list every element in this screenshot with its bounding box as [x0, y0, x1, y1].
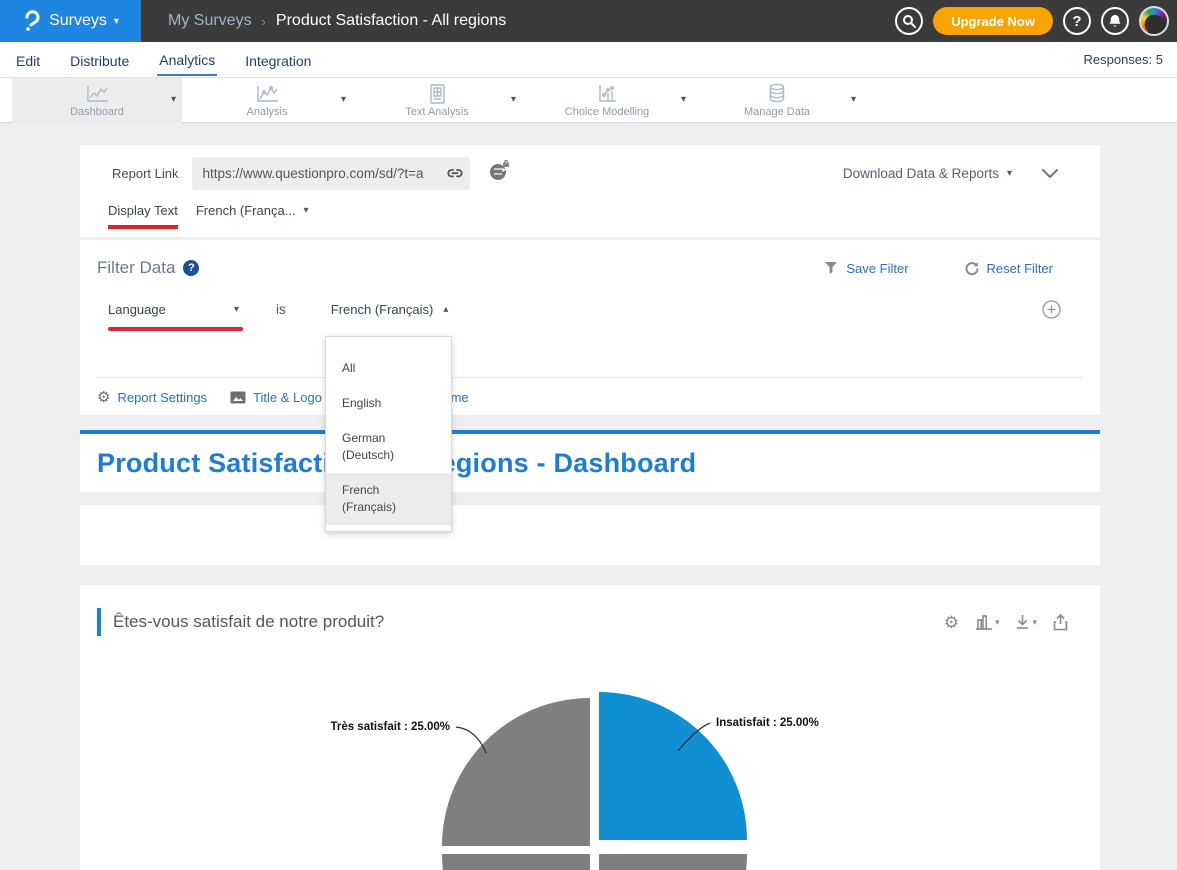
dropdown-option-german[interactable]: German (Deutsch) [326, 421, 451, 473]
image-icon [230, 391, 246, 404]
pie-slice-insatisfait[interactable] [599, 692, 747, 840]
analytics-toolbar: Dashboard ▾ Analysis ▾ Text Analysis ▾ [0, 78, 1177, 123]
bell-icon [1108, 14, 1122, 29]
pie-label-insatisfait: Insatisfait : 25.00% [716, 717, 819, 729]
pie-chart: Très satisfait : 25.00% Insatisfait : 25… [80, 685, 1100, 870]
display-text-tab[interactable]: Display Text [108, 201, 178, 229]
chevron-down-icon[interactable]: ▾ [511, 94, 516, 105]
analysis-chart-icon [254, 84, 280, 104]
toolbar-analysis[interactable]: Analysis ▾ [182, 78, 352, 123]
chevron-down-icon: ▾ [995, 617, 1000, 628]
breadcrumb-current-survey: Product Satisfaction - All regions [276, 12, 506, 30]
filter-operator: is [276, 300, 286, 317]
filter-field-select[interactable]: Language ▾ [108, 300, 243, 331]
add-filter-button[interactable] [1042, 300, 1061, 324]
toolbar-manage-data[interactable]: Manage Data ▾ [692, 78, 862, 123]
dropdown-option-french[interactable]: French (Français) [326, 473, 451, 525]
top-navbar: Surveys ▾ My Surveys › Product Satisfact… [0, 0, 1177, 42]
breadcrumb-separator-icon: › [262, 14, 266, 29]
breadcrumb-my-surveys[interactable]: My Surveys [168, 12, 252, 30]
filter-data-title: Filter Data [97, 258, 175, 278]
title-logo-link[interactable]: Title & Logo [230, 390, 322, 405]
line-chart-icon [84, 84, 110, 104]
chevron-down-icon: ▾ [1032, 617, 1037, 628]
search-icon [902, 14, 916, 28]
dropdown-option-english[interactable]: English [326, 386, 451, 421]
notifications-button[interactable] [1101, 7, 1129, 35]
document-grid-icon [427, 84, 447, 104]
dashboard-heading-card: Product Satisfaction - All regions - Das… [80, 430, 1100, 492]
question-title: Êtes-vous satisfait de notre produit? [113, 612, 384, 632]
question-chart-card: Êtes-vous satisfait de notre produit? ⚙ … [80, 585, 1100, 870]
scatter-chart-icon [596, 84, 618, 104]
product-menu-label: Surveys [49, 12, 107, 30]
download-icon [1015, 614, 1030, 630]
toolbar-dashboard[interactable]: Dashboard ▾ [12, 78, 182, 123]
responses-count: Responses: 5 [1084, 52, 1164, 67]
report-settings-link[interactable]: ⚙ Report Settings [97, 390, 207, 405]
divider [97, 377, 1083, 378]
pie-slice-tres-satisfait[interactable] [442, 698, 590, 846]
pie-label-tres-satisfait: Très satisfait : 25.00% [330, 721, 450, 733]
report-url-box [192, 157, 470, 190]
gear-icon: ⚙ [97, 390, 110, 405]
questionpro-logo-icon [22, 10, 42, 32]
search-button[interactable] [895, 7, 923, 35]
spacer-card [80, 505, 1100, 565]
download-chart-button[interactable]: ▾ [1015, 614, 1037, 630]
report-url-input[interactable] [192, 157, 470, 190]
tab-distribute[interactable]: Distribute [68, 45, 131, 75]
chevron-down-icon: ▾ [234, 304, 239, 315]
breadcrumb: My Surveys › Product Satisfaction - All … [168, 12, 506, 30]
avatar[interactable] [1139, 6, 1169, 36]
active-field-underline [108, 327, 243, 331]
chevron-down-icon: ▾ [1007, 168, 1012, 179]
pie-slice-bottom-right[interactable] [599, 854, 747, 870]
language-dropdown-menu: All English German (Deutsch) French (Fra… [325, 336, 452, 532]
tab-analytics[interactable]: Analytics [157, 44, 217, 76]
report-link-label: Report Link [112, 166, 178, 181]
chevron-down-icon[interactable]: ▾ [171, 94, 176, 105]
refresh-icon [964, 261, 979, 276]
bar-chart-icon [975, 614, 993, 630]
chevron-down-icon[interactable]: ▾ [851, 94, 856, 105]
tab-integration[interactable]: Integration [243, 45, 313, 75]
chart-type-button[interactable]: ▾ [975, 614, 1000, 630]
gear-icon: ⚙ [944, 614, 959, 631]
filter-data-card: Filter Data ? Save Filter Reset Fil [80, 240, 1100, 415]
reset-filter-button[interactable]: Reset Filter [964, 261, 1053, 276]
display-language-select[interactable]: French (França... ▾ [196, 201, 309, 218]
filter-value-select[interactable]: French (Français) ▴ [331, 300, 449, 317]
funnel-icon [824, 261, 838, 275]
survey-nav: Edit Distribute Analytics Integration Re… [0, 42, 1177, 78]
chevron-down-icon[interactable]: ▾ [681, 94, 686, 105]
help-badge-icon[interactable]: ? [183, 260, 199, 276]
toolbar-choice-modelling[interactable]: Choice Modelling ▾ [522, 78, 692, 123]
globe-lock-icon[interactable] [488, 160, 512, 187]
share-icon [1053, 614, 1068, 631]
upgrade-now-button[interactable]: Upgrade Now [933, 7, 1053, 35]
chevron-up-icon: ▴ [443, 304, 448, 315]
dropdown-option-all[interactable]: All [326, 351, 451, 386]
chevron-down-icon: ▾ [114, 16, 119, 27]
chevron-down-icon[interactable]: ▾ [341, 94, 346, 105]
question-mark-icon: ? [1072, 13, 1081, 30]
chevron-down-icon: ▾ [304, 205, 309, 216]
tab-edit[interactable]: Edit [14, 45, 42, 75]
help-button[interactable]: ? [1063, 7, 1091, 35]
link-chain-icon[interactable] [446, 165, 464, 186]
chart-settings-button[interactable]: ⚙ [944, 614, 959, 631]
save-filter-button[interactable]: Save Filter [824, 261, 908, 276]
download-data-reports-dropdown[interactable]: Download Data & Reports ▾ [843, 166, 1012, 181]
toolbar-text-analysis[interactable]: Text Analysis ▾ [352, 78, 522, 123]
share-chart-button[interactable] [1053, 614, 1068, 631]
product-switcher[interactable]: Surveys ▾ [0, 0, 141, 42]
report-link-card: Report Link Download Data & R [80, 145, 1100, 237]
pie-slice-bottom-left[interactable] [442, 854, 590, 870]
database-icon [767, 84, 787, 104]
question-accent-bar [97, 608, 101, 636]
collapse-chevron-icon[interactable] [1042, 169, 1058, 178]
